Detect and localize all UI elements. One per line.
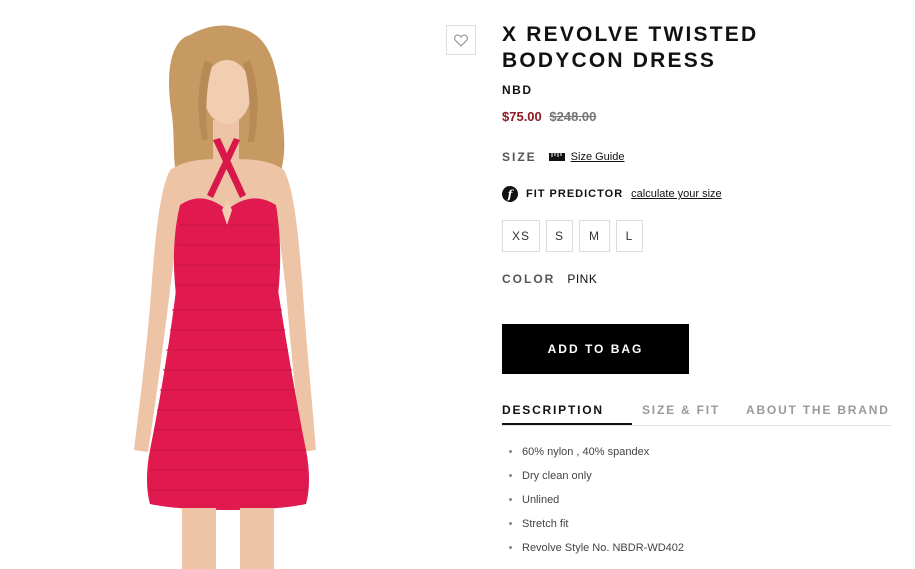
list-item: Dry clean only (522, 464, 902, 488)
calculate-size-link[interactable]: calculate your size (631, 188, 722, 200)
wishlist-button[interactable] (446, 25, 476, 55)
list-item: 60% nylon , 40% spandex (522, 440, 902, 464)
tab-description[interactable]: DESCRIPTION (502, 403, 632, 425)
tab-about-brand[interactable]: ABOUT THE BRAND (746, 403, 890, 425)
fit-predictor-icon: f (502, 186, 518, 202)
add-to-bag-button[interactable]: ADD TO BAG (502, 324, 689, 374)
size-option-l[interactable]: L (616, 220, 643, 252)
size-guide-link[interactable]: Size Guide (571, 151, 625, 163)
description-list: 60% nylon , 40% spandex Dry clean only U… (502, 440, 902, 560)
color-row: COLOR PINK (502, 272, 902, 286)
list-item: Unlined (522, 488, 902, 512)
fit-predictor-label: FIT PREDICTOR (526, 188, 624, 200)
product-tabs: DESCRIPTION SIZE & FIT ABOUT THE BRAND (502, 403, 892, 426)
original-price: $248.00 (549, 109, 597, 124)
size-options: XS S M L (502, 220, 902, 252)
list-item: Stretch fit (522, 512, 902, 536)
size-option-s[interactable]: S (546, 220, 573, 252)
size-option-m[interactable]: M (579, 220, 610, 252)
size-row: SIZE Size Guide (502, 148, 902, 166)
product-image[interactable] (110, 20, 340, 569)
fit-predictor-row: f FIT PREDICTOR calculate your size (502, 186, 902, 202)
size-label: SIZE (502, 150, 537, 164)
brand-name[interactable]: NBD (502, 83, 902, 97)
price-row: $75.00 $248.00 (502, 109, 902, 124)
ruler-icon (548, 148, 565, 166)
product-image-area (0, 0, 476, 569)
color-value: PINK (567, 272, 598, 286)
product-title: X REVOLVE TWISTED BODYCON DRESS (502, 23, 759, 72)
tab-size-fit[interactable]: SIZE & FIT (642, 403, 720, 425)
heart-icon (454, 33, 468, 47)
list-item: Revolve Style No. NBDR-WD402 (522, 536, 902, 560)
color-label: COLOR (502, 272, 556, 286)
size-option-xs[interactable]: XS (502, 220, 540, 252)
sale-price: $75.00 (502, 109, 542, 124)
product-info: X REVOLVE TWISTED BODYCON DRESS NBD $75.… (502, 22, 902, 560)
